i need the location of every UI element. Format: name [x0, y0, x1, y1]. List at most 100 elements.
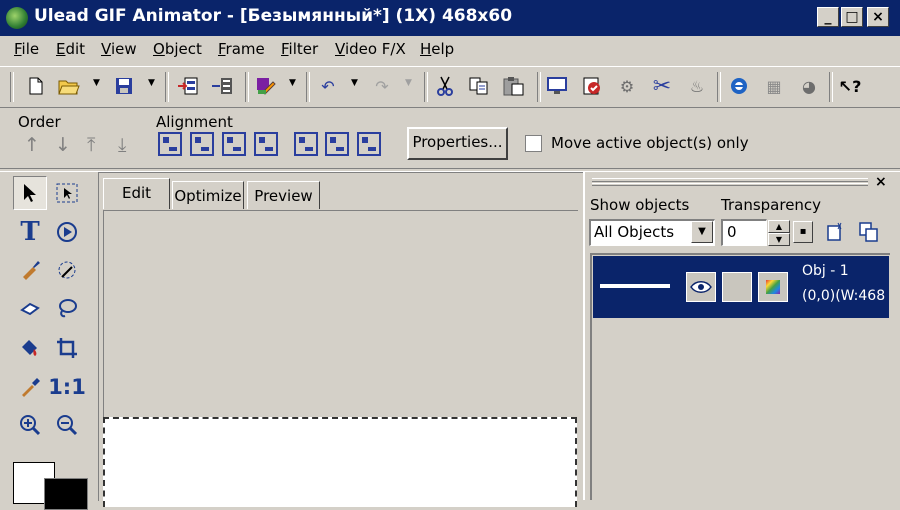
menu-video-fx[interactable]: Video F/X	[335, 40, 406, 58]
align-vertical-icon[interactable]	[325, 132, 349, 156]
object-info: (0,0)(W:468	[802, 288, 886, 304]
menu-view[interactable]: View	[101, 40, 137, 58]
cut-icon[interactable]	[433, 75, 457, 97]
tab-preview[interactable]: Preview	[247, 181, 320, 209]
fill-tool-icon[interactable]	[13, 331, 47, 365]
show-objects-label: Show objects	[590, 196, 690, 214]
paint-dropdown-icon[interactable]: ▼	[289, 78, 296, 88]
export-frames-icon[interactable]	[210, 75, 234, 97]
menu-filter[interactable]: Filter	[281, 40, 318, 58]
properties-button[interactable]: Properties...	[407, 127, 508, 160]
save-icon[interactable]	[112, 75, 136, 97]
object-color-icon[interactable]	[758, 272, 788, 302]
import-frames-icon[interactable]	[176, 75, 200, 97]
preview-icon[interactable]	[545, 75, 569, 97]
text-tool-icon[interactable]: T	[13, 215, 47, 249]
context-help-icon[interactable]: ↖?	[838, 75, 862, 97]
paint-icon[interactable]	[254, 75, 278, 97]
toolbar-separator	[306, 72, 310, 102]
bring-to-front-icon[interactable]: ⤒	[87, 134, 95, 156]
open-folder-icon[interactable]	[57, 75, 81, 97]
transform-tool-icon[interactable]	[50, 215, 84, 249]
brush-tool-icon[interactable]	[13, 253, 47, 287]
align-center-icon[interactable]	[190, 132, 214, 156]
toolbar-separator	[165, 72, 169, 102]
align-top-icon[interactable]	[222, 132, 246, 156]
chevron-down-icon[interactable]: ▼	[691, 221, 713, 243]
internet-explorer-icon[interactable]	[727, 75, 751, 97]
eraser-tool-icon[interactable]	[13, 291, 47, 325]
panel-close-icon[interactable]: ×	[875, 174, 887, 190]
new-file-icon[interactable]	[24, 75, 48, 97]
new-object-icon[interactable]	[825, 222, 847, 244]
redo-dropdown-icon[interactable]: ▼	[405, 78, 412, 88]
order-label: Order	[18, 113, 61, 131]
pick-tool-icon[interactable]	[13, 176, 47, 210]
crop-tool-icon[interactable]	[50, 331, 84, 365]
copy-icon[interactable]	[467, 75, 491, 97]
move-active-checkbox[interactable]	[525, 135, 542, 152]
tab-optimize[interactable]: Optimize	[172, 181, 244, 209]
minimize-button[interactable]: _	[817, 7, 839, 27]
zoom-in-icon[interactable]	[13, 408, 47, 442]
alignment-label: Alignment	[156, 113, 233, 131]
marquee-tool-icon[interactable]	[50, 176, 84, 210]
optimize-icon[interactable]: ♨	[685, 75, 709, 97]
crop-icon[interactable]: ✂	[650, 74, 674, 99]
align-bottom-icon[interactable]	[254, 132, 278, 156]
toolbar-separator	[245, 72, 249, 102]
background-color-swatch[interactable]	[44, 478, 88, 510]
window-title: Ulead GIF Animator - [Безымянный*] (1X) …	[34, 6, 513, 26]
transparency-label: Transparency	[721, 196, 822, 214]
transparency-input[interactable]: 0	[721, 219, 767, 246]
toolbar-separator	[424, 72, 428, 102]
undo-icon[interactable]: ↶	[316, 75, 340, 97]
menu-edit[interactable]: Edit	[56, 40, 85, 58]
image-canvas[interactable]	[103, 417, 577, 507]
close-button[interactable]: ×	[867, 7, 889, 27]
app-icon[interactable]	[6, 7, 28, 29]
toolbar-separator	[537, 72, 541, 102]
toolbar-grip	[10, 72, 14, 102]
lock-toggle-icon[interactable]	[722, 272, 752, 302]
move-up-icon[interactable]: ↑	[24, 134, 40, 156]
menu-help[interactable]: Help	[420, 40, 454, 58]
globe-icon[interactable]: ◕	[797, 75, 821, 97]
toolbar-separator	[717, 72, 721, 102]
gear-icon[interactable]: ⚙	[615, 75, 639, 97]
align-left-icon[interactable]	[158, 132, 182, 156]
actual-size-tool-icon[interactable]: 1:1	[48, 370, 86, 404]
send-to-back-icon[interactable]: ⤓	[118, 134, 126, 156]
menu-file[interactable]: File	[14, 40, 39, 58]
align-both-icon[interactable]	[357, 132, 381, 156]
open-dropdown-icon[interactable]: ▼	[93, 78, 100, 88]
panel-grip[interactable]	[592, 178, 868, 186]
web-icon[interactable]: ▦	[762, 75, 786, 97]
undo-dropdown-icon[interactable]: ▼	[351, 78, 358, 88]
magic-wand-tool-icon[interactable]	[50, 253, 84, 287]
tab-edit[interactable]: Edit	[103, 178, 170, 209]
menu-object[interactable]: Object	[153, 40, 202, 58]
transparency-menu-icon[interactable]: ▪	[793, 221, 813, 243]
spin-up-icon[interactable]: ▲	[768, 220, 790, 233]
align-horizontal-icon[interactable]	[294, 132, 318, 156]
menu-frame[interactable]: Frame	[218, 40, 265, 58]
zoom-out-icon[interactable]	[50, 408, 84, 442]
eye-icon[interactable]	[686, 272, 716, 302]
show-objects-value: All Objects	[594, 223, 675, 241]
paste-icon[interactable]	[502, 75, 526, 97]
move-active-label: Move active object(s) only	[551, 134, 749, 152]
lasso-tool-icon[interactable]	[50, 291, 84, 325]
duplicate-object-icon[interactable]	[858, 222, 880, 244]
toolbar-separator	[829, 72, 833, 102]
object-thumbnail	[600, 284, 670, 288]
maximize-button[interactable]: □	[841, 7, 863, 27]
spin-down-icon[interactable]: ▼	[768, 233, 790, 246]
redo-icon[interactable]: ↷	[370, 75, 394, 97]
context-help-glyph: ?	[852, 76, 862, 96]
eyedropper-tool-icon[interactable]	[13, 370, 47, 404]
move-down-icon[interactable]: ↓	[55, 134, 71, 156]
save-dropdown-icon[interactable]: ▼	[148, 78, 155, 88]
tutorial-icon[interactable]	[580, 75, 604, 97]
object-name: Obj - 1	[802, 263, 849, 279]
